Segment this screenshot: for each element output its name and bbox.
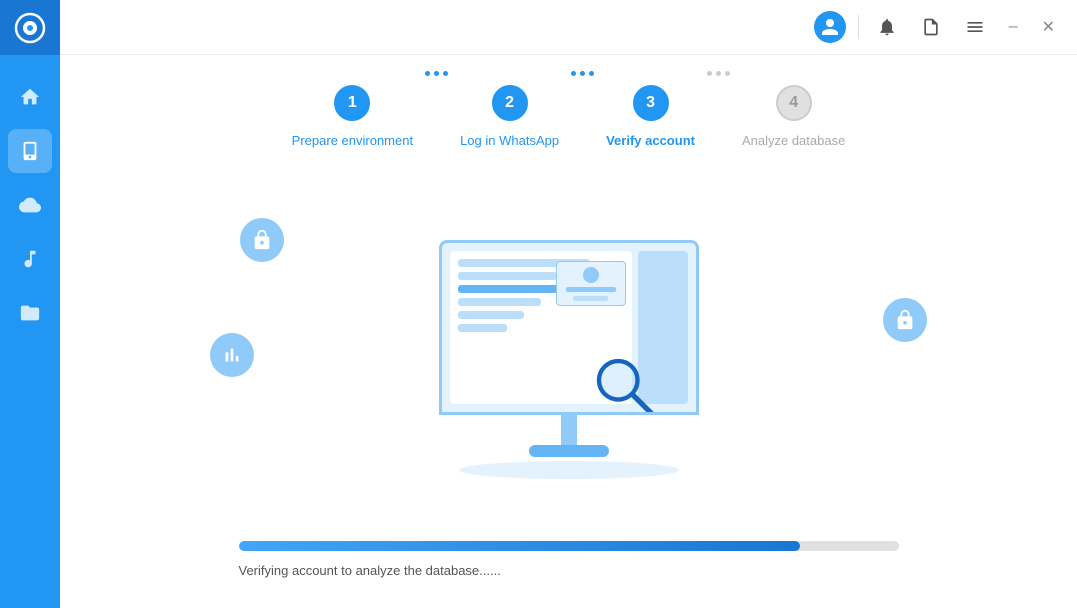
step-2-label: Log in WhatsApp: [460, 133, 559, 148]
monitor-shadow: [459, 461, 679, 479]
music-icon: [19, 248, 41, 270]
step-dots-2-3: [559, 71, 606, 76]
progress-status-text: Verifying account to analyze the databas…: [239, 563, 899, 578]
sidebar-navigation: [8, 75, 52, 608]
screen-bar-4: [458, 298, 541, 306]
progress-bar-wrap: [239, 541, 899, 551]
screen-bar-2: [458, 272, 558, 280]
step-3: 3 Verify account: [606, 85, 695, 148]
main-content: – ✕ 1 Prepare environment: [60, 0, 1077, 608]
stepper: 1 Prepare environment 2 Log in WhatsApp: [120, 85, 1017, 148]
menu-button[interactable]: [959, 11, 991, 43]
sidebar: [0, 0, 60, 608]
sidebar-item-cloud[interactable]: [8, 183, 52, 227]
document-button[interactable]: [915, 11, 947, 43]
dot: [443, 71, 448, 76]
menu-icon: [965, 17, 985, 37]
dot: [589, 71, 594, 76]
step-3-circle: 3: [633, 85, 669, 121]
dot: [571, 71, 576, 76]
step-1: 1 Prepare environment: [292, 85, 413, 148]
progress-bar-fill: [239, 541, 800, 551]
step-2: 2 Log in WhatsApp: [460, 85, 559, 148]
monitor-stand-neck: [561, 415, 577, 445]
document-icon: [921, 17, 941, 37]
home-icon: [19, 86, 41, 108]
close-button[interactable]: ✕: [1036, 13, 1061, 41]
folder-icon: [19, 302, 41, 324]
profile-icon[interactable]: [814, 11, 846, 43]
lock-icon-right: [883, 298, 927, 342]
step-dots-1-2: [413, 71, 460, 76]
dot: [716, 71, 721, 76]
user-avatar-icon: [820, 17, 840, 37]
bar-chart-icon: [221, 344, 243, 366]
minimize-button[interactable]: –: [1003, 14, 1024, 40]
titlebar-divider-1: [858, 15, 859, 39]
titlebar: – ✕: [60, 0, 1077, 55]
app-logo-icon: [14, 12, 46, 44]
magnify-icon: [592, 354, 662, 415]
dot: [425, 71, 430, 76]
mini-card-circle: [583, 267, 599, 283]
sidebar-logo: [0, 0, 60, 55]
cloud-icon: [19, 194, 41, 216]
step-4-circle: 4: [776, 85, 812, 121]
sidebar-item-home[interactable]: [8, 75, 52, 119]
page-content: 1 Prepare environment 2 Log in WhatsApp: [60, 55, 1077, 608]
mini-card-bar-2: [573, 296, 608, 301]
monitor-stand-base: [529, 445, 609, 457]
lock-icon-2: [894, 309, 916, 331]
screen-bar-5: [458, 311, 524, 319]
chart-icon-left: [210, 333, 254, 377]
dot: [707, 71, 712, 76]
monitor-main: [450, 251, 632, 404]
sidebar-item-device[interactable]: [8, 129, 52, 173]
bell-icon: [877, 17, 897, 37]
device-icon: [19, 140, 41, 162]
step-4-label: Analyze database: [742, 133, 845, 148]
monitor-screen: [439, 240, 699, 415]
lock-icon: [251, 229, 273, 251]
step-dots-3-4: [695, 71, 742, 76]
dot: [434, 71, 439, 76]
mini-card-bar-1: [566, 287, 616, 292]
step-1-label: Prepare environment: [292, 133, 413, 148]
notification-button[interactable]: [871, 11, 903, 43]
dot: [580, 71, 585, 76]
sidebar-item-music[interactable]: [8, 237, 52, 281]
step-3-label: Verify account: [606, 133, 695, 148]
lock-icon-left: [240, 218, 284, 262]
monitor-illustration: [439, 240, 699, 479]
dot: [725, 71, 730, 76]
progress-section: Verifying account to analyze the databas…: [219, 541, 919, 578]
mini-card: [556, 261, 626, 306]
step-1-circle: 1: [334, 85, 370, 121]
step-2-circle: 2: [492, 85, 528, 121]
step-4: 4 Analyze database: [742, 85, 845, 148]
illustration-area: [120, 178, 1017, 541]
screen-bar-6: [458, 324, 508, 332]
sidebar-item-files[interactable]: [8, 291, 52, 335]
